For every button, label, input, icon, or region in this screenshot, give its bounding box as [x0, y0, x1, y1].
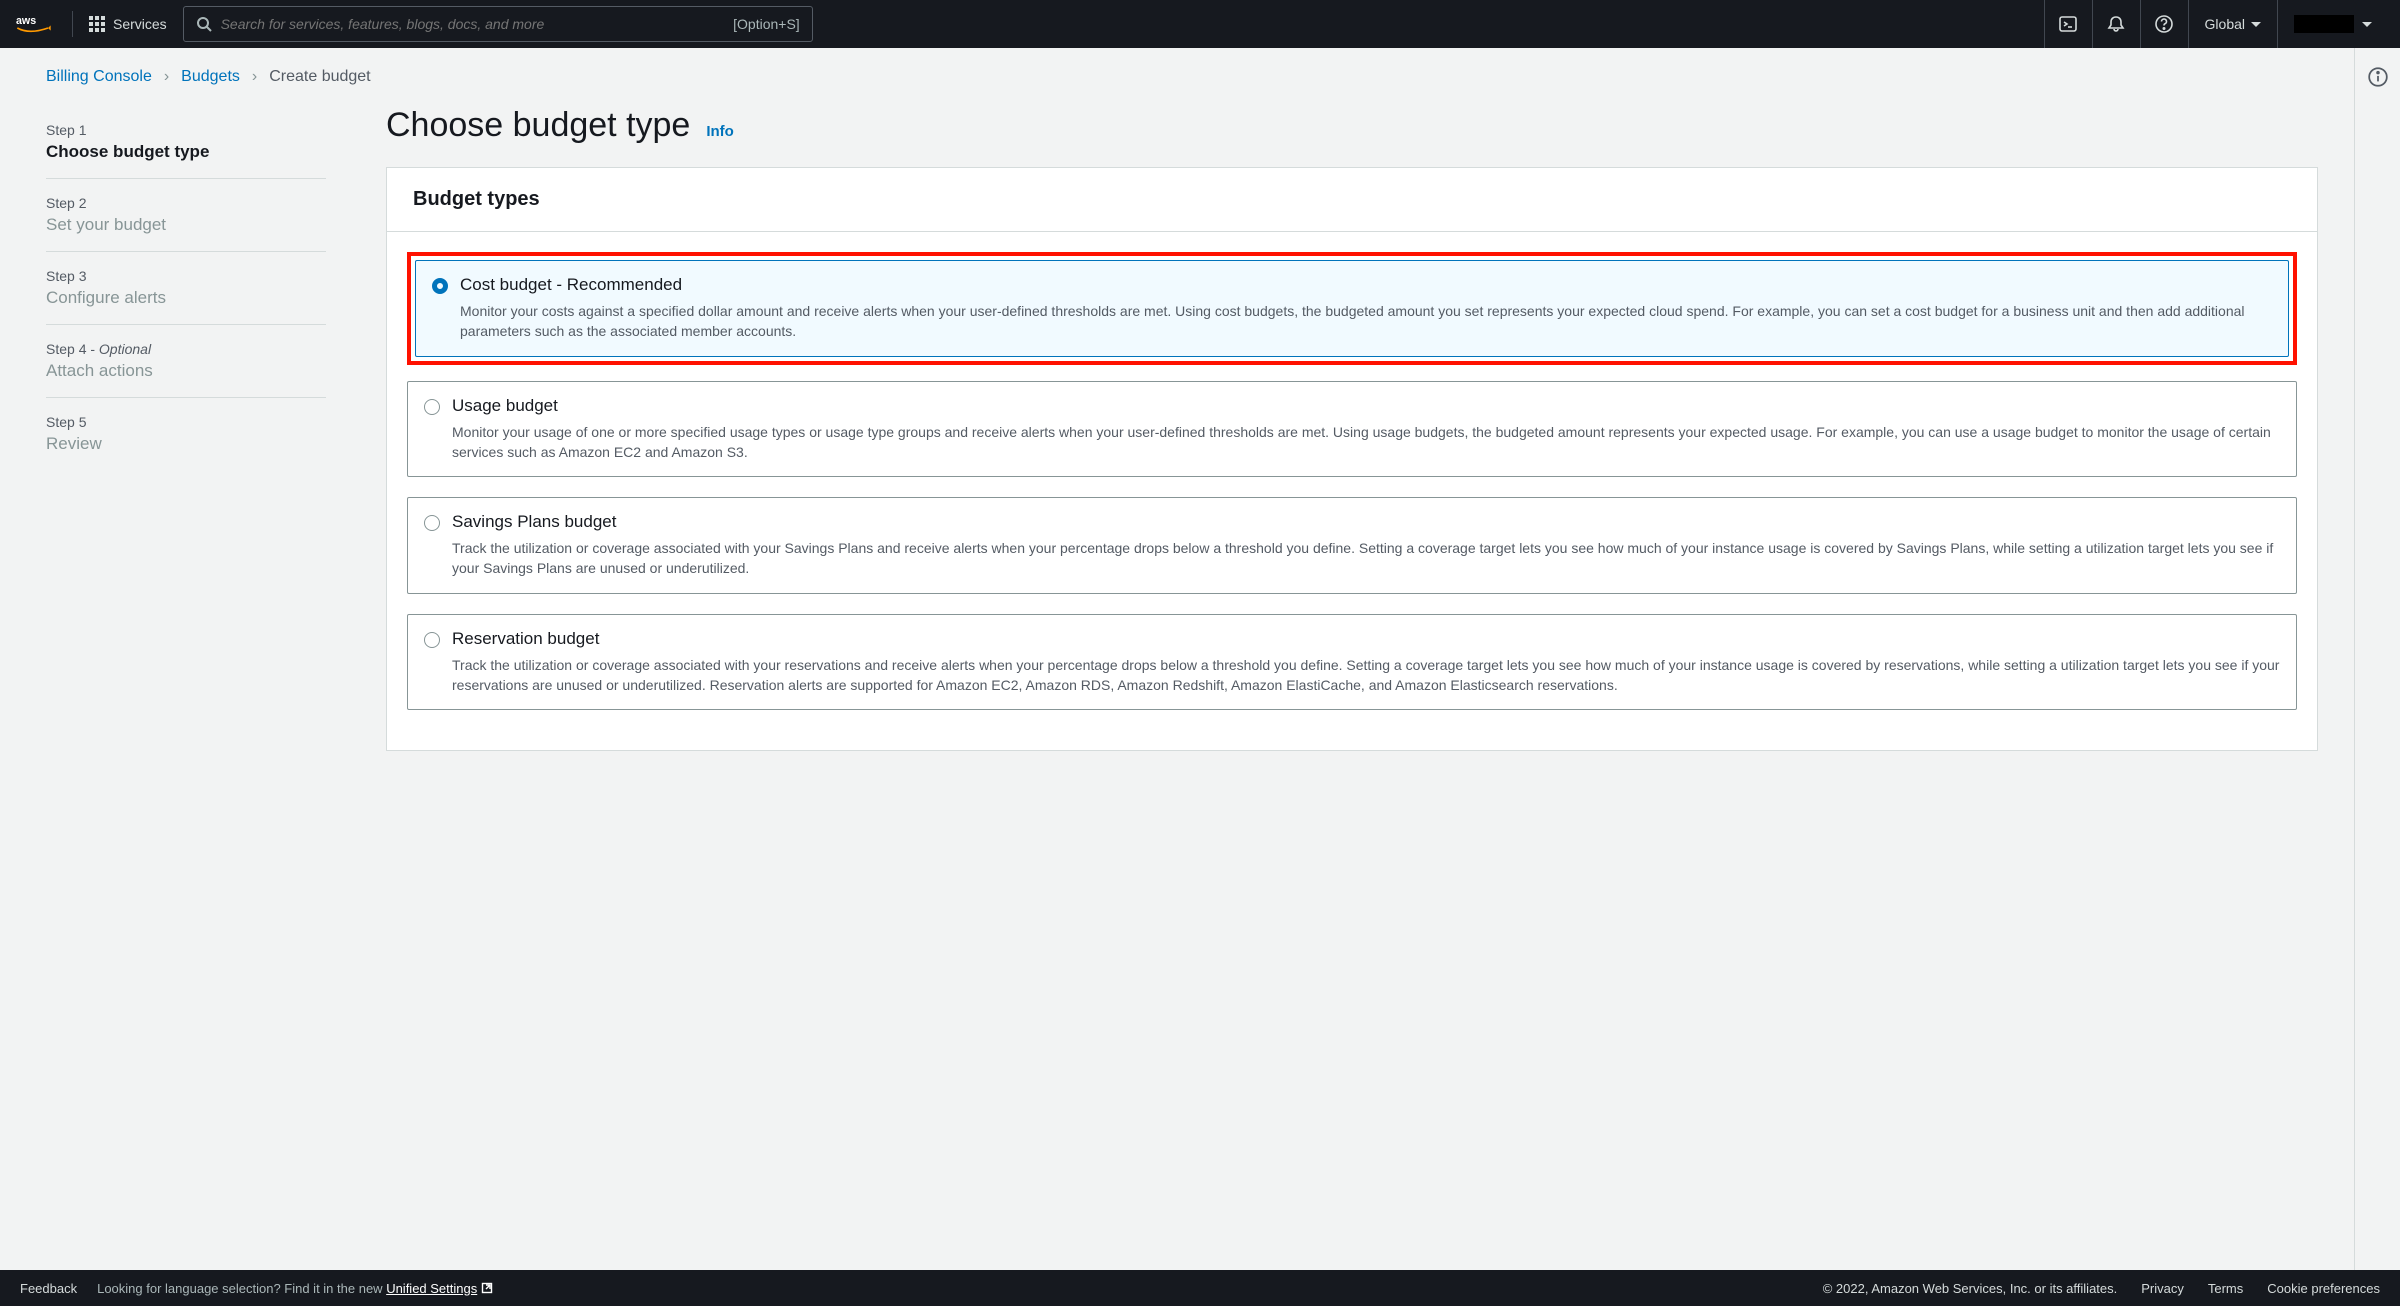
wizard-step-2[interactable]: Step 2 Set your budget [46, 179, 326, 252]
breadcrumb: Billing Console › Budgets › Create budge… [46, 68, 2318, 86]
feedback-link[interactable]: Feedback [20, 1281, 77, 1296]
external-link-icon [481, 1282, 493, 1294]
step-title: Set your budget [46, 215, 326, 235]
grid-icon [89, 16, 105, 32]
caret-down-icon [2362, 22, 2372, 27]
info-rail [2354, 48, 2400, 1270]
radio-indicator [432, 278, 448, 294]
caret-down-icon [2251, 22, 2261, 27]
copyright: © 2022, Amazon Web Services, Inc. or its… [1823, 1281, 2118, 1296]
chevron-right-icon: › [252, 68, 257, 86]
language-message: Looking for language selection? Find it … [97, 1281, 493, 1296]
topbar-actions: Global [2044, 0, 2384, 48]
step-label: Step 3 [46, 268, 326, 284]
privacy-link[interactable]: Privacy [2141, 1281, 2184, 1296]
notifications-button[interactable] [2092, 0, 2140, 48]
radio-cost-budget[interactable]: Cost budget - Recommended Monitor your c… [415, 260, 2289, 357]
divider [72, 11, 73, 37]
bell-icon [2106, 14, 2126, 34]
page-title: Choose budget type [386, 106, 690, 145]
wizard-steps: Step 1 Choose budget type Step 2 Set you… [46, 106, 326, 751]
search-shortcut: [Option+S] [733, 16, 800, 32]
radio-savings-plans-budget[interactable]: Savings Plans budget Track the utilizati… [407, 497, 2297, 594]
step-label: Step 1 [46, 122, 326, 138]
radio-usage-budget[interactable]: Usage budget Monitor your usage of one o… [407, 381, 2297, 478]
terms-link[interactable]: Terms [2208, 1281, 2243, 1296]
search-icon [196, 16, 212, 32]
help-icon [2154, 14, 2174, 34]
radio-description: Track the utilization or coverage associ… [452, 538, 2280, 579]
radio-indicator [424, 632, 440, 648]
radio-title: Cost budget - Recommended [460, 275, 2272, 295]
region-label: Global [2205, 16, 2245, 32]
cookie-preferences-link[interactable]: Cookie preferences [2267, 1281, 2380, 1296]
aws-logo[interactable]: aws [16, 12, 56, 36]
wizard-step-5[interactable]: Step 5 Review [46, 398, 326, 470]
search-box[interactable]: [Option+S] [183, 6, 813, 42]
wizard-step-3[interactable]: Step 3 Configure alerts [46, 252, 326, 325]
step-title: Attach actions [46, 361, 326, 381]
radio-description: Track the utilization or coverage associ… [452, 655, 2280, 696]
step-title: Choose budget type [46, 142, 326, 162]
top-nav: aws Services [Option+S] Global [0, 0, 2400, 48]
panel-title: Budget types [413, 188, 2291, 211]
footer: Feedback Looking for language selection?… [0, 1270, 2400, 1306]
breadcrumb-billing[interactable]: Billing Console [46, 68, 152, 86]
chevron-right-icon: › [164, 68, 169, 86]
services-menu[interactable]: Services [89, 16, 167, 32]
step-title: Configure alerts [46, 288, 326, 308]
step-title: Review [46, 434, 326, 454]
info-icon[interactable] [2367, 66, 2389, 88]
step-label: Step 5 [46, 414, 326, 430]
services-label: Services [113, 16, 167, 32]
cloudshell-button[interactable] [2044, 0, 2092, 48]
step-label: Step 4 - Optional [46, 341, 326, 357]
radio-description: Monitor your usage of one or more specif… [452, 422, 2280, 463]
radio-title: Savings Plans budget [452, 512, 2280, 532]
account-id-redacted [2294, 15, 2354, 33]
budget-types-panel: Budget types Cost budget - Recommended M… [386, 167, 2318, 751]
unified-settings-link[interactable]: Unified Settings [386, 1281, 493, 1296]
region-selector[interactable]: Global [2188, 0, 2277, 48]
radio-indicator [424, 399, 440, 415]
breadcrumb-budgets[interactable]: Budgets [181, 68, 240, 86]
step-label: Step 2 [46, 195, 326, 211]
radio-description: Monitor your costs against a specified d… [460, 301, 2272, 342]
svg-text:aws: aws [16, 15, 36, 27]
radio-reservation-budget[interactable]: Reservation budget Track the utilization… [407, 614, 2297, 711]
radio-title: Reservation budget [452, 629, 2280, 649]
search-input[interactable] [221, 16, 734, 32]
page-title-row: Choose budget type Info [386, 106, 2318, 145]
wizard-step-4[interactable]: Step 4 - Optional Attach actions [46, 325, 326, 398]
radio-indicator [424, 515, 440, 531]
wizard-step-1[interactable]: Step 1 Choose budget type [46, 106, 326, 179]
breadcrumb-current: Create budget [269, 68, 370, 86]
info-link[interactable]: Info [706, 123, 734, 140]
help-button[interactable] [2140, 0, 2188, 48]
panel-header: Budget types [387, 168, 2317, 232]
radio-title: Usage budget [452, 396, 2280, 416]
cloudshell-icon [2058, 14, 2078, 34]
account-menu[interactable] [2277, 0, 2384, 48]
highlight-annotation: Cost budget - Recommended Monitor your c… [407, 252, 2297, 365]
